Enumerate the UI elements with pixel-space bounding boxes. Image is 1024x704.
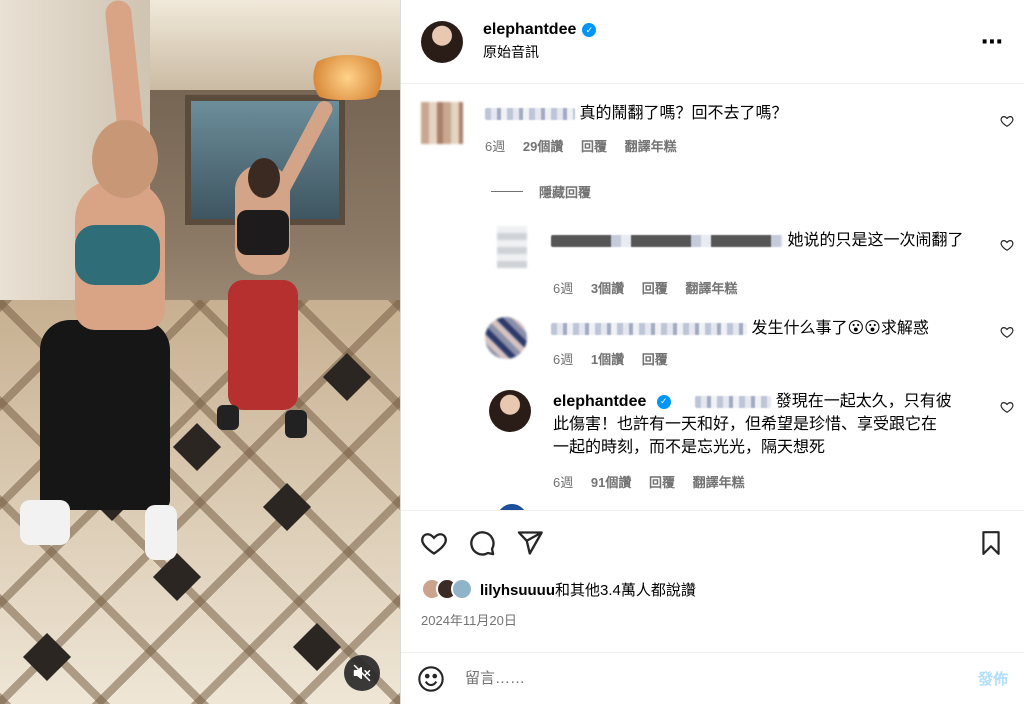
- comment-text: 真的鬧翻了嗎？回不去了嗎？: [579, 105, 788, 122]
- dancer-head: [92, 120, 158, 198]
- comment-text: 发生什么事了😮😮求解惑: [751, 320, 929, 337]
- comment-body: elephantdee ✓ 發現在一起太久，只有彼 此傷害！也許有一天和好，但希…: [553, 390, 993, 459]
- reply-button[interactable]: 回覆: [642, 352, 668, 367]
- comment-time[interactable]: 6週: [553, 475, 573, 490]
- likes-summary: lilyhsuuuu和其他3.4萬人都說讚: [421, 578, 696, 600]
- dancer-legs: [228, 280, 298, 410]
- dancer-shoe: [145, 505, 177, 560]
- comment-time[interactable]: 6週: [553, 352, 573, 367]
- comment-meta: 6週 91個讚 回覆 翻譯年糕: [553, 472, 759, 491]
- save-button[interactable]: [976, 528, 1006, 558]
- commenter-avatar[interactable]: [497, 226, 527, 268]
- reply-button[interactable]: 回覆: [581, 139, 607, 154]
- reply-item: elephantdee ✓ 發現在一起太久，只有彼 此傷害！也許有一天和好，但希…: [401, 390, 1024, 500]
- comment-bubble-icon: [470, 530, 495, 556]
- comment-likes[interactable]: 3個讚: [591, 281, 624, 296]
- comment-input[interactable]: [465, 670, 978, 687]
- comment-body: 她说的只是这一次闹翻了: [551, 229, 981, 252]
- author-avatar[interactable]: [489, 390, 531, 432]
- paper-plane-icon: [517, 530, 543, 555]
- dancer-shoe: [285, 410, 307, 438]
- video-chandelier: [305, 55, 390, 100]
- like-button[interactable]: [419, 528, 449, 558]
- post-date[interactable]: 2024年11月20日: [421, 610, 517, 629]
- likes-count-text[interactable]: 和其他3.4萬人都說讚: [555, 582, 696, 599]
- reply-button[interactable]: 回覆: [642, 281, 668, 296]
- comment-meta: 6週 29個讚 回覆 翻譯年糕: [485, 136, 691, 155]
- post-comment-button[interactable]: 發佈: [978, 668, 1008, 689]
- divider-line: [491, 191, 523, 192]
- comment-meta: 6週 1個讚 回覆: [553, 349, 682, 368]
- more-options-icon[interactable]: ⋯: [981, 29, 1004, 55]
- translate-button[interactable]: 翻譯年糕: [625, 139, 677, 154]
- comment-text-line3: 一起的時刻，而不是忘光光，隔天想死: [553, 439, 826, 456]
- heart-icon[interactable]: [1000, 325, 1014, 339]
- comment-item: 真的鬧翻了嗎？回不去了嗎？ 6週 29個讚 回覆 翻譯年糕: [401, 84, 1024, 179]
- comment-time[interactable]: 6週: [553, 281, 573, 296]
- dancer-top: [237, 210, 289, 255]
- commenter-username[interactable]: elephantdee: [553, 393, 646, 410]
- liker-username[interactable]: lilyhsuuuu: [480, 582, 555, 599]
- comment-button[interactable]: [467, 528, 497, 558]
- reply-item: 她说的只是这一次闹翻了 6週 3個讚 回覆 翻譯年糕: [401, 226, 1024, 306]
- likes-text[interactable]: lilyhsuuuu和其他3.4萬人都說讚: [480, 579, 696, 600]
- heart-icon[interactable]: [1000, 400, 1014, 414]
- verified-icon: ✓: [656, 394, 671, 409]
- comment-text-line1: 發現在一起太久，只有彼: [775, 393, 952, 410]
- heart-icon: [421, 532, 447, 555]
- bookmark-icon: [982, 530, 1000, 555]
- commenter-avatar[interactable]: [421, 102, 463, 144]
- author-username-row: elephantdee ✓: [483, 21, 981, 39]
- comment-likes[interactable]: 1個讚: [591, 352, 624, 367]
- commenter-username[interactable]: [551, 322, 747, 335]
- comment-body: 真的鬧翻了嗎？回不去了嗎？: [485, 102, 787, 125]
- post-header: elephantdee ✓ 原始音訊 ⋯: [401, 0, 1024, 84]
- dancer-shoe: [20, 500, 70, 545]
- comment-composer: 發佈: [401, 652, 1024, 704]
- comments-list[interactable]: 真的鬧翻了嗎？回不去了嗎？ 6週 29個讚 回覆 翻譯年糕 隱藏回覆 她说的只是…: [401, 84, 1024, 510]
- verified-icon: ✓: [582, 23, 597, 37]
- reply-item: 发生什么事了😮😮求解惑 6週 1個讚 回覆: [401, 317, 1024, 377]
- comment-likes[interactable]: 29個讚: [523, 139, 563, 154]
- hide-replies-button[interactable]: 隱藏回覆: [491, 182, 591, 201]
- post-panel: elephantdee ✓ 原始音訊 ⋯ 真的鬧翻了嗎？回不去了嗎？ 6週 29…: [400, 0, 1024, 704]
- author-info: elephantdee ✓ 原始音訊: [483, 21, 981, 62]
- emoji-icon[interactable]: [417, 665, 445, 693]
- liker-avatar[interactable]: [451, 578, 473, 600]
- heart-icon[interactable]: [1000, 114, 1014, 128]
- dancer-legs: [40, 320, 170, 510]
- mentioned-user[interactable]: [695, 395, 772, 408]
- comment-text-line2: 此傷害！也許有一天和好，但希望是珍惜、享受跟它在: [553, 416, 938, 433]
- author-avatar[interactable]: [421, 20, 463, 63]
- post-actions: [401, 510, 1024, 574]
- dancer-top: [75, 225, 160, 285]
- mute-button[interactable]: [344, 655, 380, 691]
- comment-text: 她说的只是这一次闹翻了: [787, 232, 964, 249]
- translate-button[interactable]: 翻譯年糕: [685, 281, 737, 296]
- commenter-avatar[interactable]: [485, 317, 527, 359]
- translate-button[interactable]: 翻譯年糕: [693, 475, 745, 490]
- dancer-head: [248, 158, 280, 198]
- post-video[interactable]: [0, 0, 400, 704]
- commenter-username[interactable]: [485, 107, 575, 120]
- share-button[interactable]: [515, 528, 545, 558]
- comment-meta: 6週 3個讚 回覆 翻譯年糕: [553, 278, 751, 297]
- comment-likes[interactable]: 91個讚: [591, 475, 631, 490]
- hide-replies-label: 隱藏回覆: [539, 185, 592, 200]
- heart-icon[interactable]: [1000, 238, 1014, 252]
- comment-time[interactable]: 6週: [485, 139, 505, 154]
- dancer-shoe: [217, 405, 239, 430]
- commenter-username[interactable]: [551, 234, 783, 247]
- comment-body: 发生什么事了😮😮求解惑: [551, 317, 929, 340]
- reply-button[interactable]: 回覆: [649, 475, 675, 490]
- speaker-muted-icon: [353, 664, 371, 682]
- author-username[interactable]: elephantdee: [483, 21, 576, 39]
- original-audio-link[interactable]: 原始音訊: [483, 42, 981, 62]
